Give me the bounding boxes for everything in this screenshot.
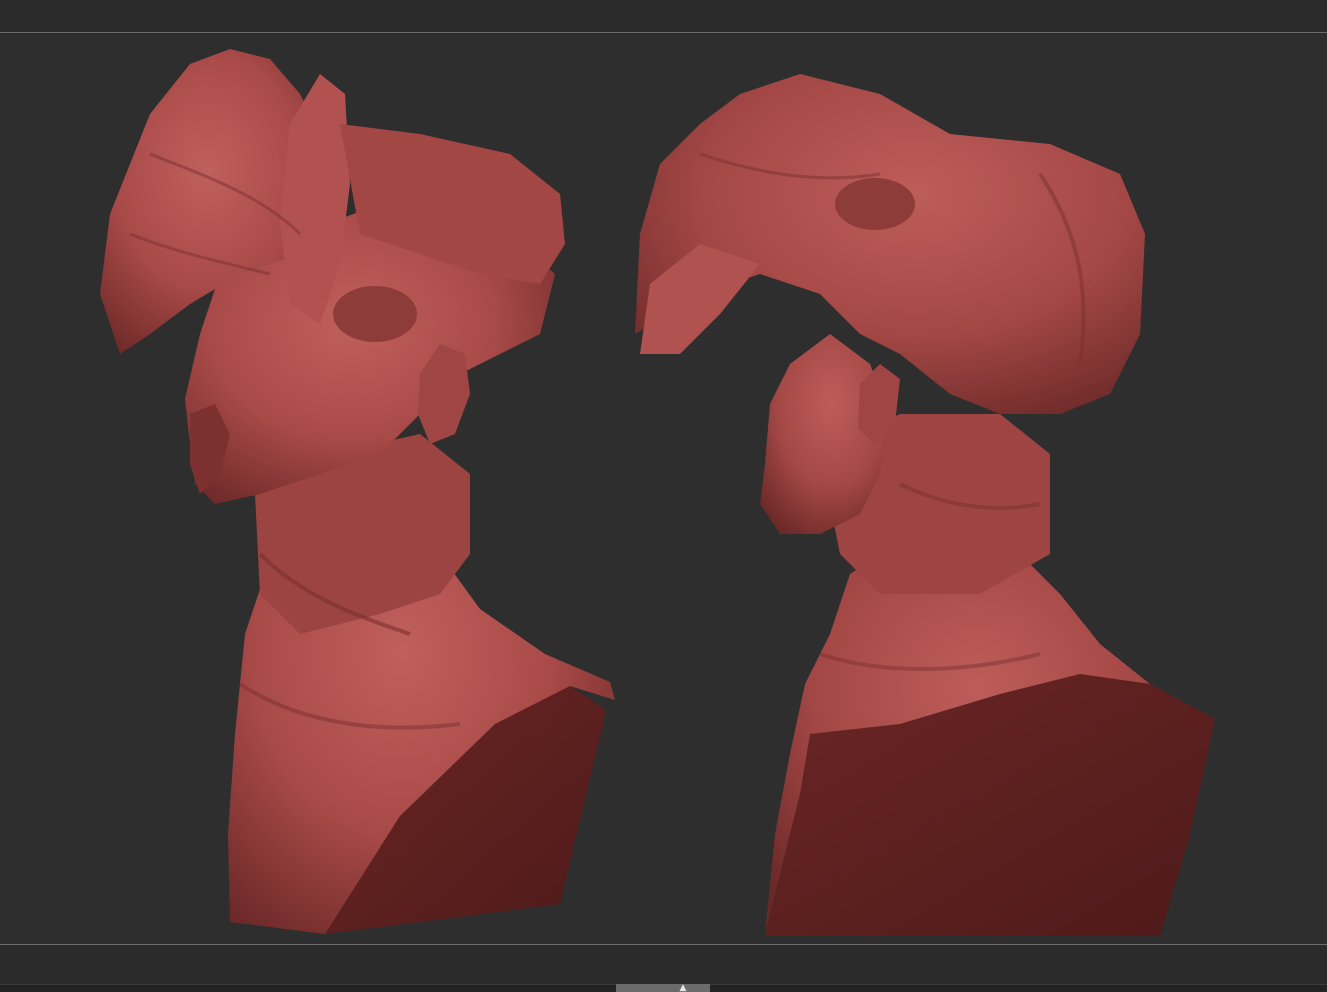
- bust-eye-socket-right: [835, 178, 915, 230]
- viewport-canvas[interactable]: [0, 34, 1327, 944]
- document-viewport[interactable]: [0, 34, 1327, 944]
- top-toolbar-strip: [0, 0, 1327, 33]
- creature-bust-three-quarter-view: [100, 49, 615, 934]
- chevron-up-icon[interactable]: ▲: [676, 984, 690, 992]
- bust-crest-main-right: [635, 74, 1145, 414]
- creature-bust-side-view: [635, 74, 1215, 936]
- sculpt-app-window: ▲: [0, 0, 1327, 992]
- bottom-tray-handle[interactable]: [616, 984, 710, 992]
- bust-eye-socket-left: [333, 286, 417, 342]
